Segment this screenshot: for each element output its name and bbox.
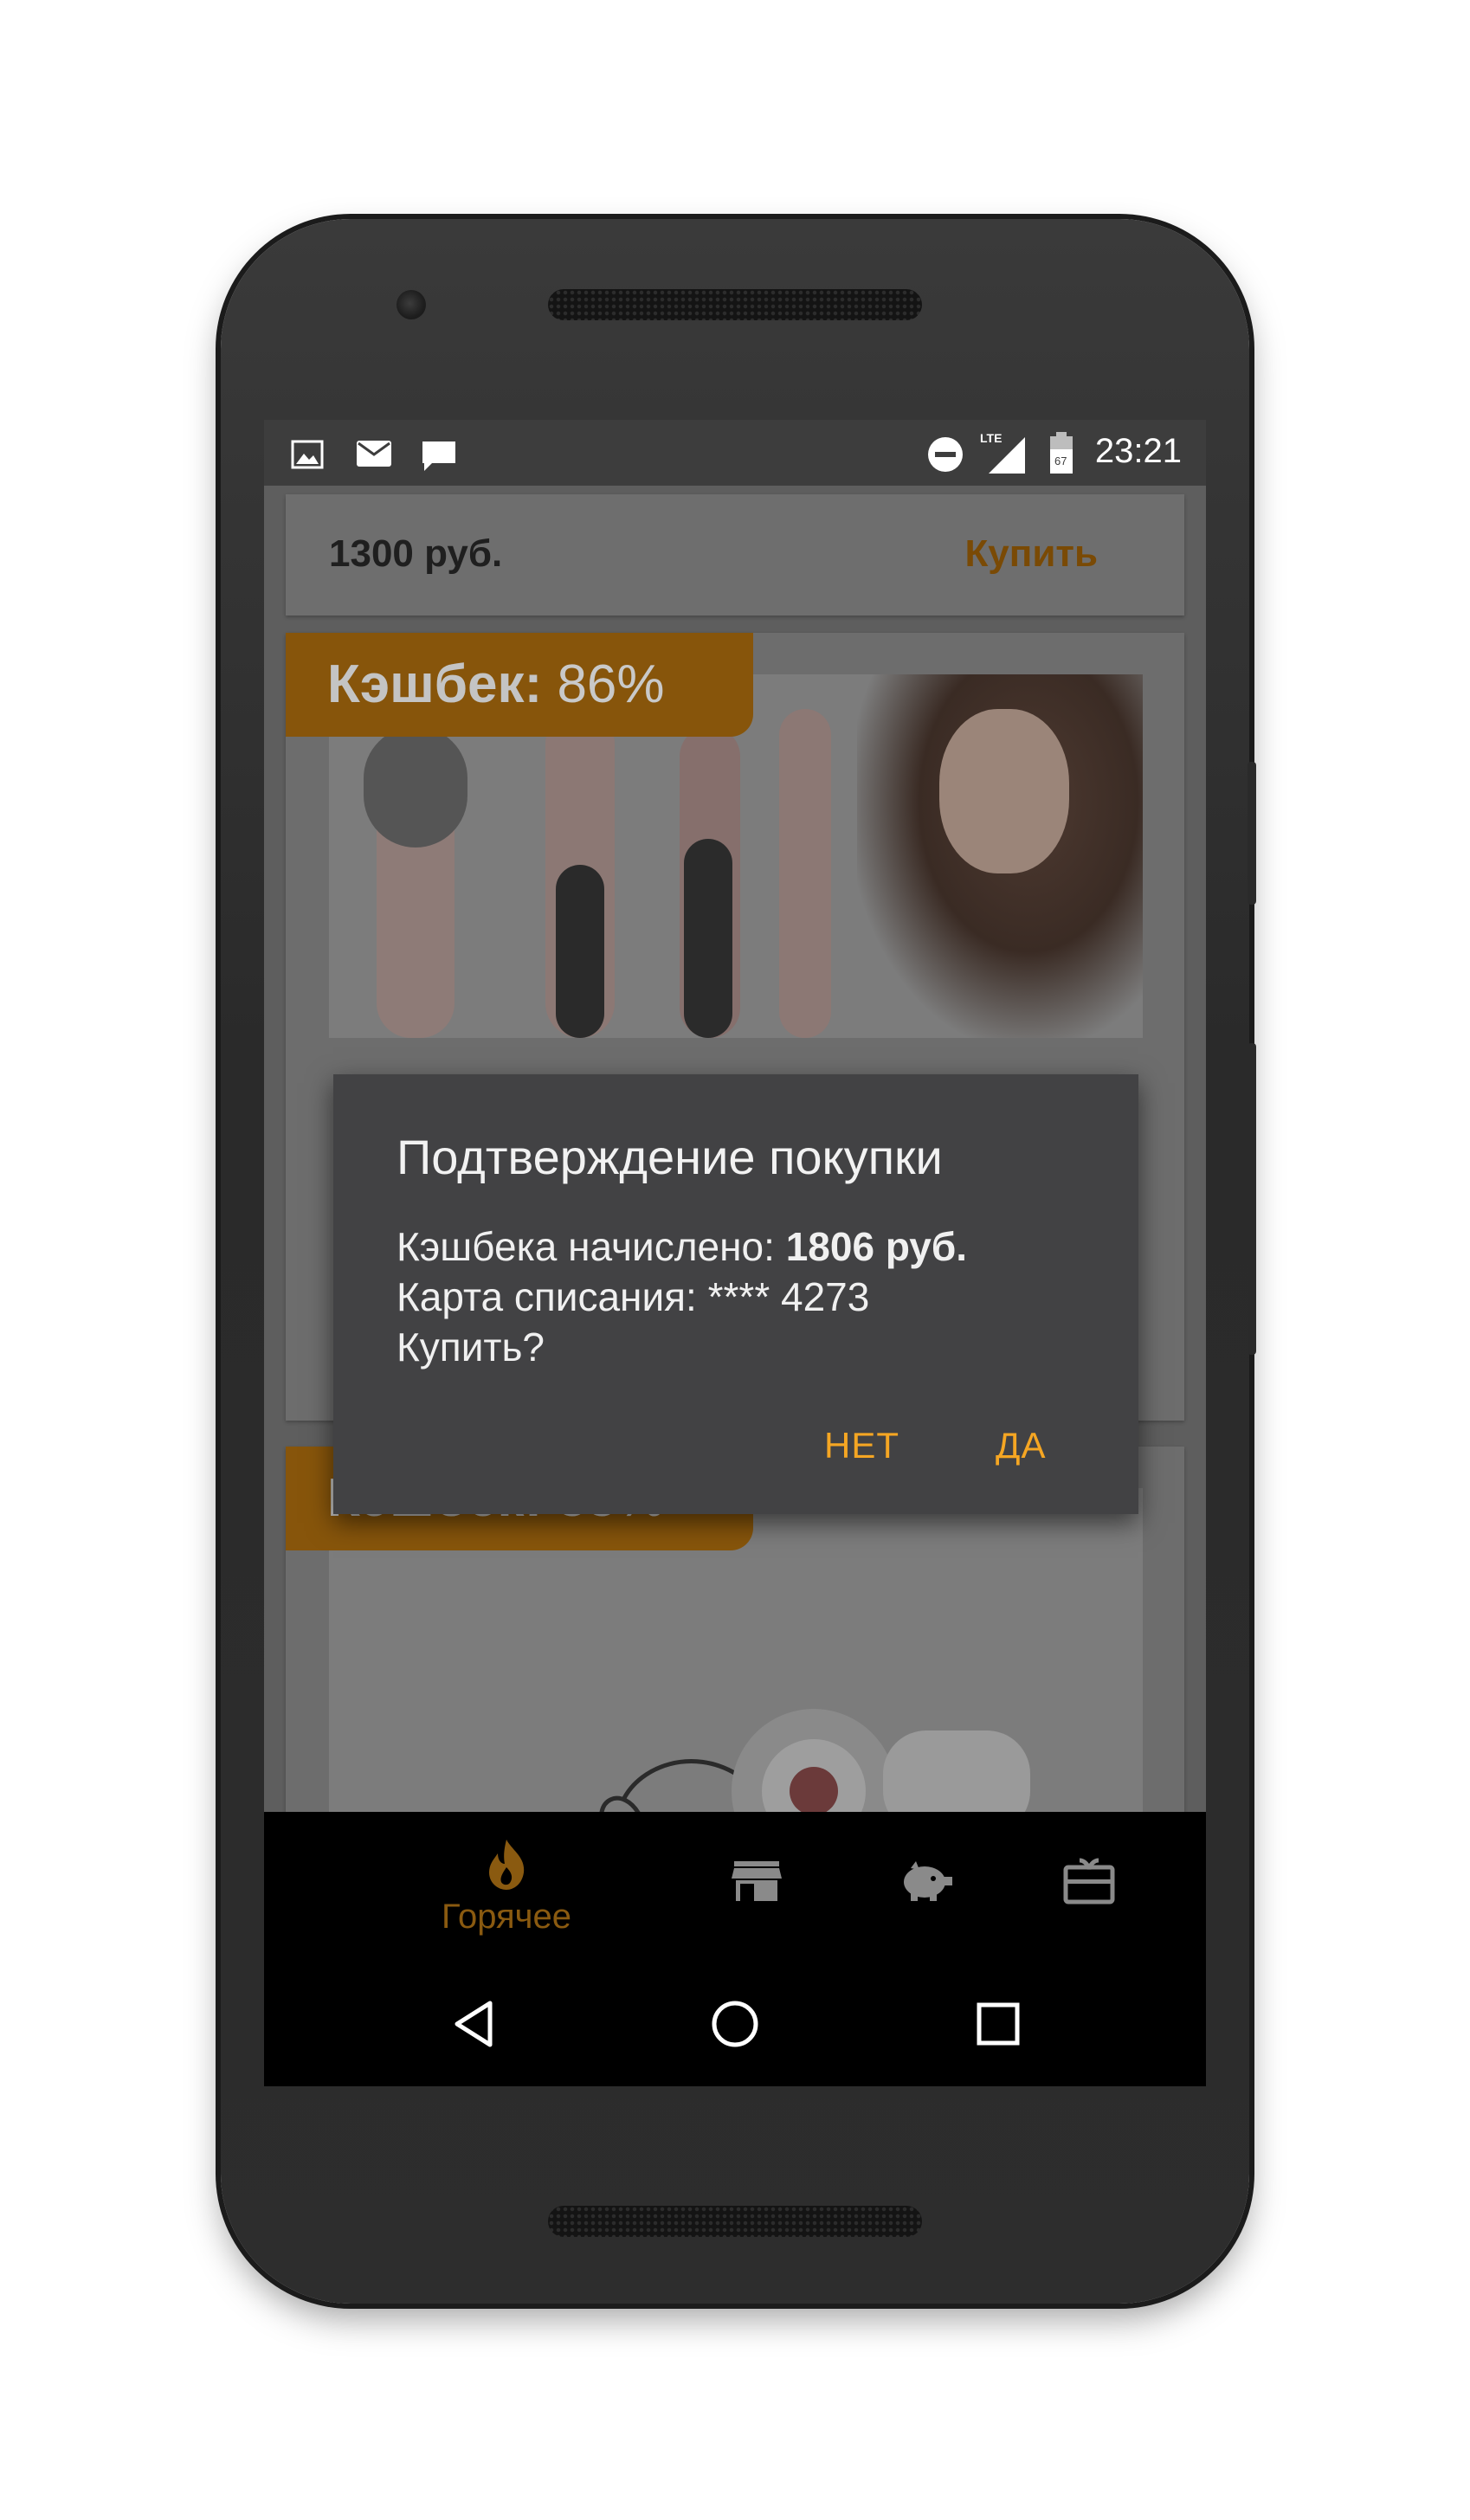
phone-screen: LTE 67 23:21 1300 руб. Купить Кэшбек: 86…: [264, 420, 1206, 2086]
piggy-bank-icon[interactable]: [899, 1859, 954, 1903]
brush-shape: [779, 709, 831, 1038]
lte-label: LTE: [980, 431, 1002, 445]
brush-handle: [556, 865, 604, 1038]
top-speaker-grille: [548, 289, 922, 320]
bottom-navigation: Горячее: [264, 1812, 1206, 1968]
do-not-disturb-icon: [928, 437, 963, 472]
nav-item-hot[interactable]: Горячее: [411, 1838, 602, 1937]
app-content: 1300 руб. Купить Кэшбек: 86% Подтвержден…: [264, 486, 1206, 1812]
recents-icon[interactable]: [972, 1998, 1024, 2050]
bottom-speaker-grille: [548, 2206, 922, 2237]
flame-icon: [489, 1840, 525, 1890]
store-icon[interactable]: [732, 1859, 782, 1903]
woman-face: [939, 709, 1069, 873]
nav-item-hot-label: Горячее: [441, 1898, 572, 1936]
svg-text:67: 67: [1054, 454, 1067, 467]
power-button: [1248, 1043, 1256, 1355]
buy-question: Купить?: [397, 1324, 545, 1370]
card-line: Карта списания: **** 4273: [397, 1274, 870, 1319]
purchase-confirmation-dialog: Подтверждение покупки Кэшбека начислено:…: [333, 1074, 1138, 1514]
buy-button[interactable]: Купить: [964, 532, 1098, 576]
status-time: 23:21: [1094, 432, 1182, 470]
volume-button: [1248, 762, 1256, 905]
cashback-accrued-line: Кэшбека начислено: 1806 руб.: [397, 1221, 967, 1272]
front-camera: [397, 290, 426, 319]
cashback-badge: Кэшбек: 86%: [286, 633, 753, 737]
cashback-label: Кэшбек:: [327, 654, 543, 714]
brush-head: [364, 726, 467, 848]
price-label: 1300 руб.: [329, 532, 503, 575]
gift-card-icon[interactable]: [1062, 1857, 1116, 1905]
image-icon: [291, 440, 324, 469]
chat-icon: [422, 441, 455, 471]
system-navigation-bar: [264, 1968, 1206, 2086]
status-bar: LTE 67 23:21: [264, 420, 1206, 486]
back-icon[interactable]: [450, 1998, 502, 2050]
battery-icon: 67: [1050, 432, 1073, 474]
buy-bar: 1300 руб. Купить: [286, 494, 1184, 615]
lte-signal-icon: LTE: [980, 431, 1025, 474]
cashback-accrued-amount: 1806 руб.: [785, 1224, 968, 1269]
no-button[interactable]: НЕТ: [824, 1425, 899, 1466]
home-icon[interactable]: [709, 1998, 761, 2050]
dialog-message: Кэшбека начислено: 1806 руб. Карта списа…: [397, 1221, 967, 1372]
cashback-percent: 86%: [557, 654, 665, 714]
yes-button[interactable]: ДА: [996, 1425, 1046, 1466]
brush-handle: [684, 839, 732, 1038]
dialog-title: Подтверждение покупки: [397, 1130, 943, 1184]
mail-icon: [357, 441, 391, 467]
cashback-accrued-label: Кэшбека начислено:: [397, 1224, 786, 1269]
